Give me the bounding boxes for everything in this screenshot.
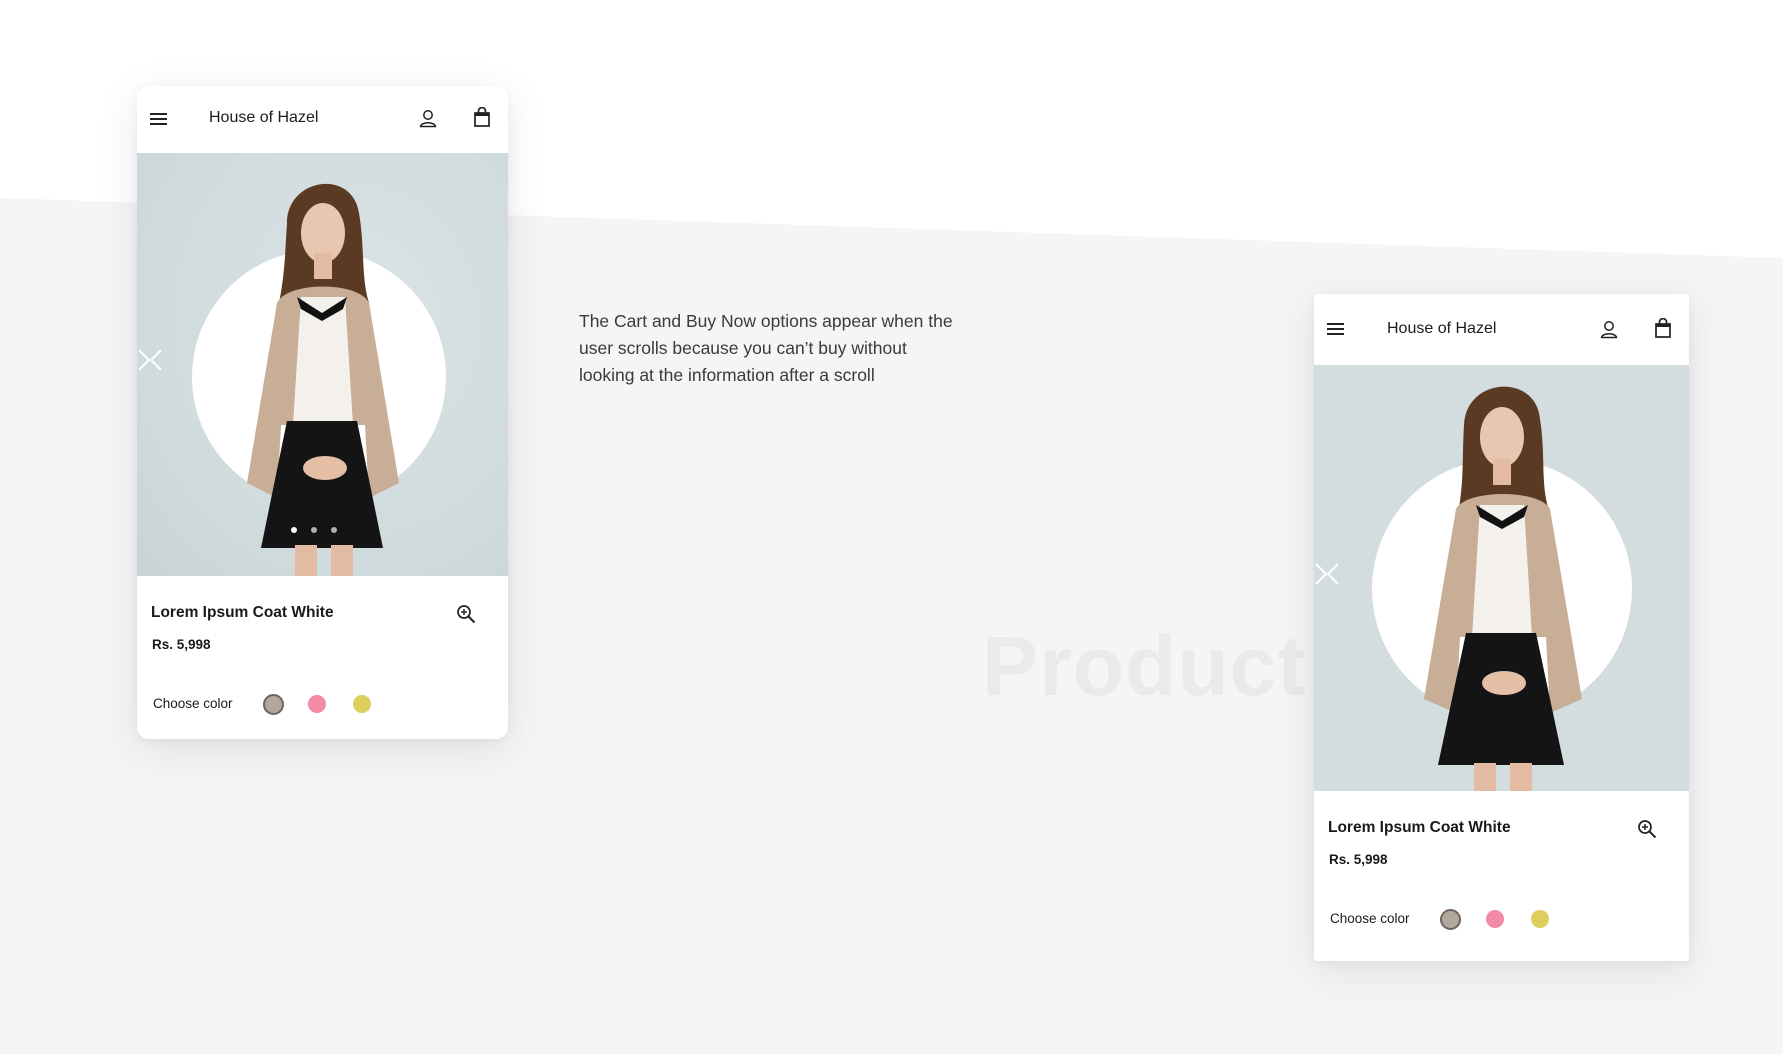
- app-header: House of Hazel: [1314, 294, 1689, 365]
- choose-color-label: Choose color: [153, 696, 233, 711]
- chevron-right-icon[interactable]: [1314, 562, 1328, 586]
- product-image-carousel[interactable]: [137, 153, 508, 576]
- chevron-right-icon[interactable]: [137, 348, 151, 372]
- product-photo: [1372, 386, 1632, 791]
- product-name: Lorem Ipsum Coat White: [1328, 819, 1511, 836]
- chevron-left-icon[interactable]: [1326, 562, 1340, 586]
- color-swatch-yellow[interactable]: [1531, 910, 1549, 928]
- carousel-dot[interactable]: [331, 527, 337, 533]
- zoom-in-icon[interactable]: [1637, 819, 1657, 839]
- user-icon[interactable]: [418, 108, 438, 128]
- color-swatch-pink[interactable]: [1486, 910, 1504, 928]
- product-name: Lorem Ipsum Coat White: [151, 604, 334, 621]
- hamburger-menu-icon[interactable]: [1327, 322, 1345, 336]
- app-header: House of Hazel: [137, 86, 508, 153]
- chevron-left-icon[interactable]: [149, 348, 163, 372]
- carousel-dot[interactable]: [291, 527, 297, 533]
- product-info-panel: Lorem Ipsum Coat White Rs. 5,998 Choose …: [137, 576, 508, 739]
- annotation-caption: The Cart and Buy Now options appear when…: [579, 311, 953, 385]
- phone-screen-initial: House of Hazel Lorem Ipsum Coat White Rs…: [137, 86, 508, 739]
- carousel-dot[interactable]: [311, 527, 317, 533]
- color-swatch-yellow[interactable]: [353, 695, 371, 713]
- brand-title[interactable]: House of Hazel: [1387, 320, 1496, 338]
- product-photo: [192, 183, 446, 576]
- color-swatch-taupe[interactable]: [1440, 909, 1461, 930]
- product-image-carousel[interactable]: [1314, 365, 1689, 791]
- product-info-panel: Lorem Ipsum Coat White Rs. 5,998 Choose …: [1314, 791, 1689, 961]
- hamburger-menu-icon[interactable]: [150, 112, 168, 126]
- product-price: Rs. 5,998: [152, 637, 211, 652]
- user-icon[interactable]: [1599, 319, 1619, 339]
- carousel-pagination: [291, 527, 337, 535]
- shopping-bag-icon[interactable]: [473, 107, 491, 127]
- brand-title[interactable]: House of Hazel: [209, 109, 318, 127]
- choose-color-label: Choose color: [1330, 911, 1410, 926]
- shopping-bag-icon[interactable]: [1654, 318, 1672, 338]
- product-price: Rs. 5,998: [1329, 852, 1388, 867]
- zoom-in-icon[interactable]: [456, 604, 476, 624]
- phone-screen-scrolled: House of Hazel Lorem Ipsum Coat White Rs…: [1314, 294, 1689, 961]
- color-swatch-pink[interactable]: [308, 695, 326, 713]
- color-swatch-taupe[interactable]: [263, 694, 284, 715]
